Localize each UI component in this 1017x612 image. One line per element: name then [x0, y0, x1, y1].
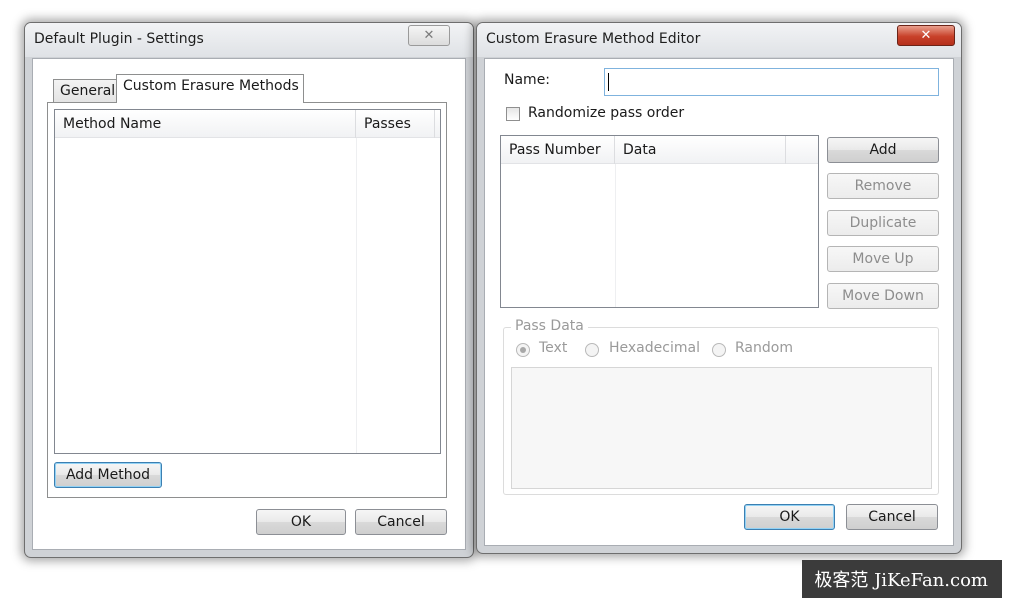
column-divider: [356, 138, 357, 453]
watermark: 极客范 JiKeFan.com: [802, 560, 1002, 598]
column-passes-label: Passes: [364, 116, 411, 132]
duplicate-pass-button[interactable]: Duplicate: [827, 210, 939, 236]
settings-cancel-button[interactable]: Cancel: [355, 509, 447, 535]
remove-pass-button[interactable]: Remove: [827, 173, 939, 199]
radio-random-label: Random: [735, 340, 793, 356]
settings-client-area: General Custom Erasure Methods Method Na…: [32, 58, 466, 550]
tab-custom-erasure-methods[interactable]: Custom Erasure Methods: [116, 74, 304, 103]
pass-data-textarea[interactable]: [511, 367, 932, 489]
add-pass-label: Add: [869, 142, 897, 158]
name-label: Name:: [504, 72, 551, 88]
custom-methods-panel: Method Name Passes Add Method: [47, 102, 447, 498]
tab-general[interactable]: General: [53, 79, 117, 103]
column-method-name-label: Method Name: [63, 116, 162, 132]
settings-window-title: Default Plugin - Settings: [34, 31, 204, 47]
settings-ok-label: OK: [290, 514, 312, 530]
tab-custom-erasure-methods-label: Custom Erasure Methods: [123, 78, 299, 94]
column-method-name[interactable]: Method Name: [55, 110, 356, 138]
radio-selected-dot: [520, 347, 526, 353]
editor-cancel-label: Cancel: [868, 509, 916, 525]
move-down-button[interactable]: Move Down: [827, 283, 939, 309]
radio-random[interactable]: [712, 343, 726, 357]
text-caret: [608, 73, 609, 91]
move-up-label: Move Up: [852, 251, 914, 267]
pass-data-group-label: Pass Data: [511, 318, 588, 334]
move-up-button[interactable]: Move Up: [827, 246, 939, 272]
add-pass-button[interactable]: Add: [827, 137, 939, 163]
close-icon: ✕: [920, 28, 932, 43]
pass-list[interactable]: Pass Number Data: [500, 135, 819, 308]
settings-window: Default Plugin - Settings ✕ General Cust…: [24, 22, 474, 558]
methods-list[interactable]: Method Name Passes: [54, 109, 441, 454]
tab-general-label: General: [60, 83, 116, 99]
pass-list-header: Pass Number Data: [501, 136, 818, 164]
randomize-checkbox[interactable]: [506, 107, 520, 121]
editor-cancel-button[interactable]: Cancel: [846, 504, 938, 530]
methods-list-header: Method Name Passes: [55, 110, 440, 138]
settings-close-button[interactable]: ✕: [408, 25, 450, 46]
editor-window-title: Custom Erasure Method Editor: [486, 31, 701, 47]
move-down-label: Move Down: [842, 288, 924, 304]
column-pass-number[interactable]: Pass Number: [501, 136, 615, 164]
column-data[interactable]: Data: [615, 136, 786, 164]
remove-pass-label: Remove: [854, 178, 912, 194]
settings-cancel-label: Cancel: [377, 514, 425, 530]
add-method-button[interactable]: Add Method: [54, 462, 162, 488]
editor-ok-button[interactable]: OK: [744, 504, 835, 530]
column-pass-number-label: Pass Number: [509, 142, 601, 158]
radio-hexadecimal[interactable]: [585, 343, 599, 357]
duplicate-pass-label: Duplicate: [849, 215, 917, 231]
watermark-text: 极客范 JiKeFan.com: [814, 570, 988, 591]
editor-close-button[interactable]: ✕: [897, 25, 955, 46]
editor-ok-label: OK: [779, 509, 800, 525]
radio-hexadecimal-label: Hexadecimal: [609, 340, 700, 356]
settings-ok-button[interactable]: OK: [256, 509, 346, 535]
editor-client-area: Name: Randomize pass order Pass Number D…: [484, 58, 954, 546]
column-divider: [615, 164, 616, 307]
radio-text[interactable]: [516, 343, 530, 357]
column-passes[interactable]: Passes: [356, 110, 435, 138]
close-icon: ✕: [423, 28, 435, 43]
editor-window: Custom Erasure Method Editor ✕ Name: Ran…: [476, 22, 962, 554]
name-field[interactable]: [604, 68, 939, 96]
radio-text-label: Text: [539, 340, 568, 356]
add-method-label: Add Method: [65, 467, 151, 483]
randomize-label[interactable]: Randomize pass order: [528, 105, 684, 121]
column-data-label: Data: [623, 142, 657, 158]
